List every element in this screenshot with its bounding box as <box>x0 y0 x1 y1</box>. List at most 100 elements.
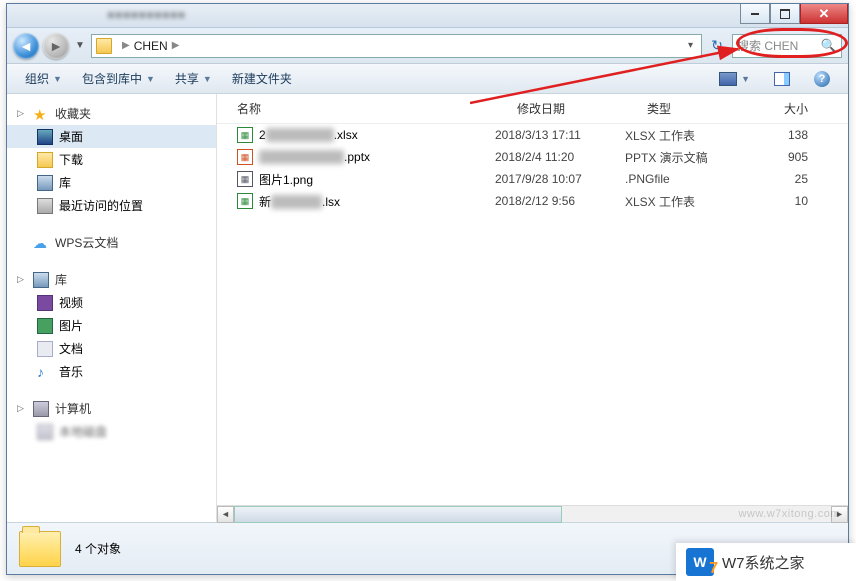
table-row[interactable]: ▦2████████.xlsx2018/3/13 17:11XLSX 工作表13… <box>217 124 848 146</box>
titlebar[interactable]: ■■■■■■■■■■ ✕ <box>7 4 848 28</box>
refresh-button[interactable]: ↻ <box>706 35 728 57</box>
expand-icon: ▷ <box>17 108 27 119</box>
desktop-icon <box>37 129 53 145</box>
file-type: .PNGfile <box>625 172 750 186</box>
sidebar-item-label: 桌面 <box>59 128 83 145</box>
chevron-down-icon: ▼ <box>53 74 62 84</box>
file-date: 2018/3/13 17:11 <box>495 128 625 142</box>
star-icon: ★ <box>33 106 49 122</box>
computer-icon <box>33 401 49 417</box>
table-row[interactable]: ▦ ██████████.pptx 2018/2/4 11:20PPTX 演示文稿9… <box>217 146 848 168</box>
newfolder-label: 新建文件夹 <box>232 70 292 87</box>
music-icon: ♪ <box>37 364 53 380</box>
chevron-down-icon: ▼ <box>146 74 155 84</box>
column-headers: 名称 修改日期 类型 大小 <box>217 94 848 124</box>
recent-icon <box>37 198 53 214</box>
file-size: 905 <box>750 150 838 164</box>
explorer-window: ■■■■■■■■■■ ✕ ◄ ► ▼ ▶ CHEN ▶ ▾ ↻ 搜索 CHEN … <box>6 3 849 575</box>
organize-label: 组织 <box>25 70 49 87</box>
table-row[interactable]: ▦新██████.lsx2018/2/12 9:56XLSX 工作表10 <box>217 190 848 212</box>
organize-button[interactable]: 组织 ▼ <box>17 67 70 90</box>
sidebar-library[interactable]: ▷库 <box>7 268 216 291</box>
file-name: ██████████.pptx <box>259 150 370 164</box>
toolbar-right: ▼ ? <box>711 68 838 90</box>
close-button[interactable]: ✕ <box>800 4 848 24</box>
sidebar-item-label: 音乐 <box>59 363 83 380</box>
logo-icon: W <box>686 548 714 576</box>
sidebar-item-image[interactable]: 图片 <box>7 314 216 337</box>
sidebar-item-localdisk[interactable]: 本地磁盘 <box>7 420 216 443</box>
status-count: 4 个对象 <box>75 540 121 557</box>
include-label: 包含到库中 <box>82 70 142 87</box>
file-date: 2017/9/28 10:07 <box>495 172 625 186</box>
disk-icon <box>37 424 53 440</box>
col-name[interactable]: 名称 <box>237 100 517 117</box>
sidebar-item-label: 本地磁盘 <box>59 423 107 440</box>
address-dropdown-icon[interactable]: ▾ <box>684 40 697 51</box>
file-name: 2████████.xlsx <box>259 128 358 142</box>
scroll-thumb[interactable] <box>234 506 562 523</box>
sidebar-computer[interactable]: ▷计算机 <box>7 397 216 420</box>
maximize-button[interactable] <box>770 4 800 24</box>
file-name: 新██████.lsx <box>259 193 340 210</box>
col-type[interactable]: 类型 <box>647 100 772 117</box>
share-button[interactable]: 共享▼ <box>167 67 220 90</box>
file-type: XLSX 工作表 <box>625 127 750 144</box>
file-icon: ▦ <box>237 149 253 165</box>
sidebar-item-video[interactable]: 视频 <box>7 291 216 314</box>
video-icon <box>37 295 53 311</box>
back-button[interactable]: ◄ <box>13 33 39 59</box>
window-controls: ✕ <box>740 4 848 24</box>
sidebar-item-label: 最近访问的位置 <box>59 197 143 214</box>
file-icon: ▦ <box>237 171 253 187</box>
sidebar-item-label: 收藏夹 <box>55 105 91 122</box>
library-icon <box>33 272 49 288</box>
file-size: 10 <box>750 194 838 208</box>
include-in-library-button[interactable]: 包含到库中 ▼ <box>74 67 163 90</box>
table-row[interactable]: ▦ 图片1.png 2017/9/28 10:07.PNGfile25 <box>217 168 848 190</box>
navbar: ◄ ► ▼ ▶ CHEN ▶ ▾ ↻ 搜索 CHEN 🔍 <box>7 28 848 64</box>
chevron-down-icon: ▼ <box>203 74 212 84</box>
cloud-icon: ☁ <box>33 235 49 251</box>
sidebar-item-recent[interactable]: 最近访问的位置 <box>7 194 216 217</box>
sidebar-item-label: 库 <box>55 271 67 288</box>
file-date: 2018/2/4 11:20 <box>495 150 625 164</box>
sidebar-favorites[interactable]: ▷ ★ 收藏夹 <box>7 102 216 125</box>
logo-text: W7系统之家 <box>722 552 805 573</box>
sidebar-item-document[interactable]: 文档 <box>7 337 216 360</box>
minimize-button[interactable] <box>740 4 770 24</box>
file-size: 138 <box>750 128 838 142</box>
file-name: 图片1.png <box>259 171 313 188</box>
forward-button[interactable]: ► <box>43 33 69 59</box>
file-date: 2018/2/12 9:56 <box>495 194 625 208</box>
file-type: XLSX 工作表 <box>625 193 750 210</box>
sidebar-item-library[interactable]: 库 <box>7 171 216 194</box>
address-folder-name: CHEN <box>134 39 168 53</box>
site-logo-badge: W W7系统之家 <box>676 543 856 581</box>
history-dropdown[interactable]: ▼ <box>73 33 87 59</box>
body: ▷ ★ 收藏夹 桌面 下载 库 最近访问的位置 ☁WPS云文档 ▷库 视频 图片 文… <box>7 94 848 522</box>
view-mode-button[interactable]: ▼ <box>711 69 758 89</box>
search-placeholder: 搜索 CHEN <box>737 37 798 54</box>
file-size: 25 <box>750 172 838 186</box>
download-icon <box>37 152 53 168</box>
col-size[interactable]: 大小 <box>772 100 838 117</box>
scroll-left-button[interactable]: ◄ <box>217 506 234 523</box>
sidebar-item-music[interactable]: ♪ 音乐 <box>7 360 216 383</box>
new-folder-button[interactable]: 新建文件夹 <box>224 67 300 90</box>
search-input[interactable]: 搜索 CHEN 🔍 <box>732 34 842 58</box>
help-icon: ? <box>814 71 830 87</box>
col-date[interactable]: 修改日期 <box>517 100 647 117</box>
sidebar: ▷ ★ 收藏夹 桌面 下载 库 最近访问的位置 ☁WPS云文档 ▷库 视频 图片 文… <box>7 94 217 522</box>
address-bar[interactable]: ▶ CHEN ▶ ▾ <box>91 34 702 58</box>
preview-pane-button[interactable] <box>766 69 798 89</box>
sidebar-item-desktop[interactable]: 桌面 <box>7 125 216 148</box>
document-icon <box>37 341 53 357</box>
sidebar-wps-cloud[interactable]: ☁WPS云文档 <box>7 231 216 254</box>
close-icon: ✕ <box>819 6 830 22</box>
help-button[interactable]: ? <box>806 68 838 90</box>
sidebar-item-label: 图片 <box>59 317 83 334</box>
search-icon: 🔍 <box>821 38 837 54</box>
sidebar-item-downloads[interactable]: 下载 <box>7 148 216 171</box>
file-type: PPTX 演示文稿 <box>625 149 750 166</box>
